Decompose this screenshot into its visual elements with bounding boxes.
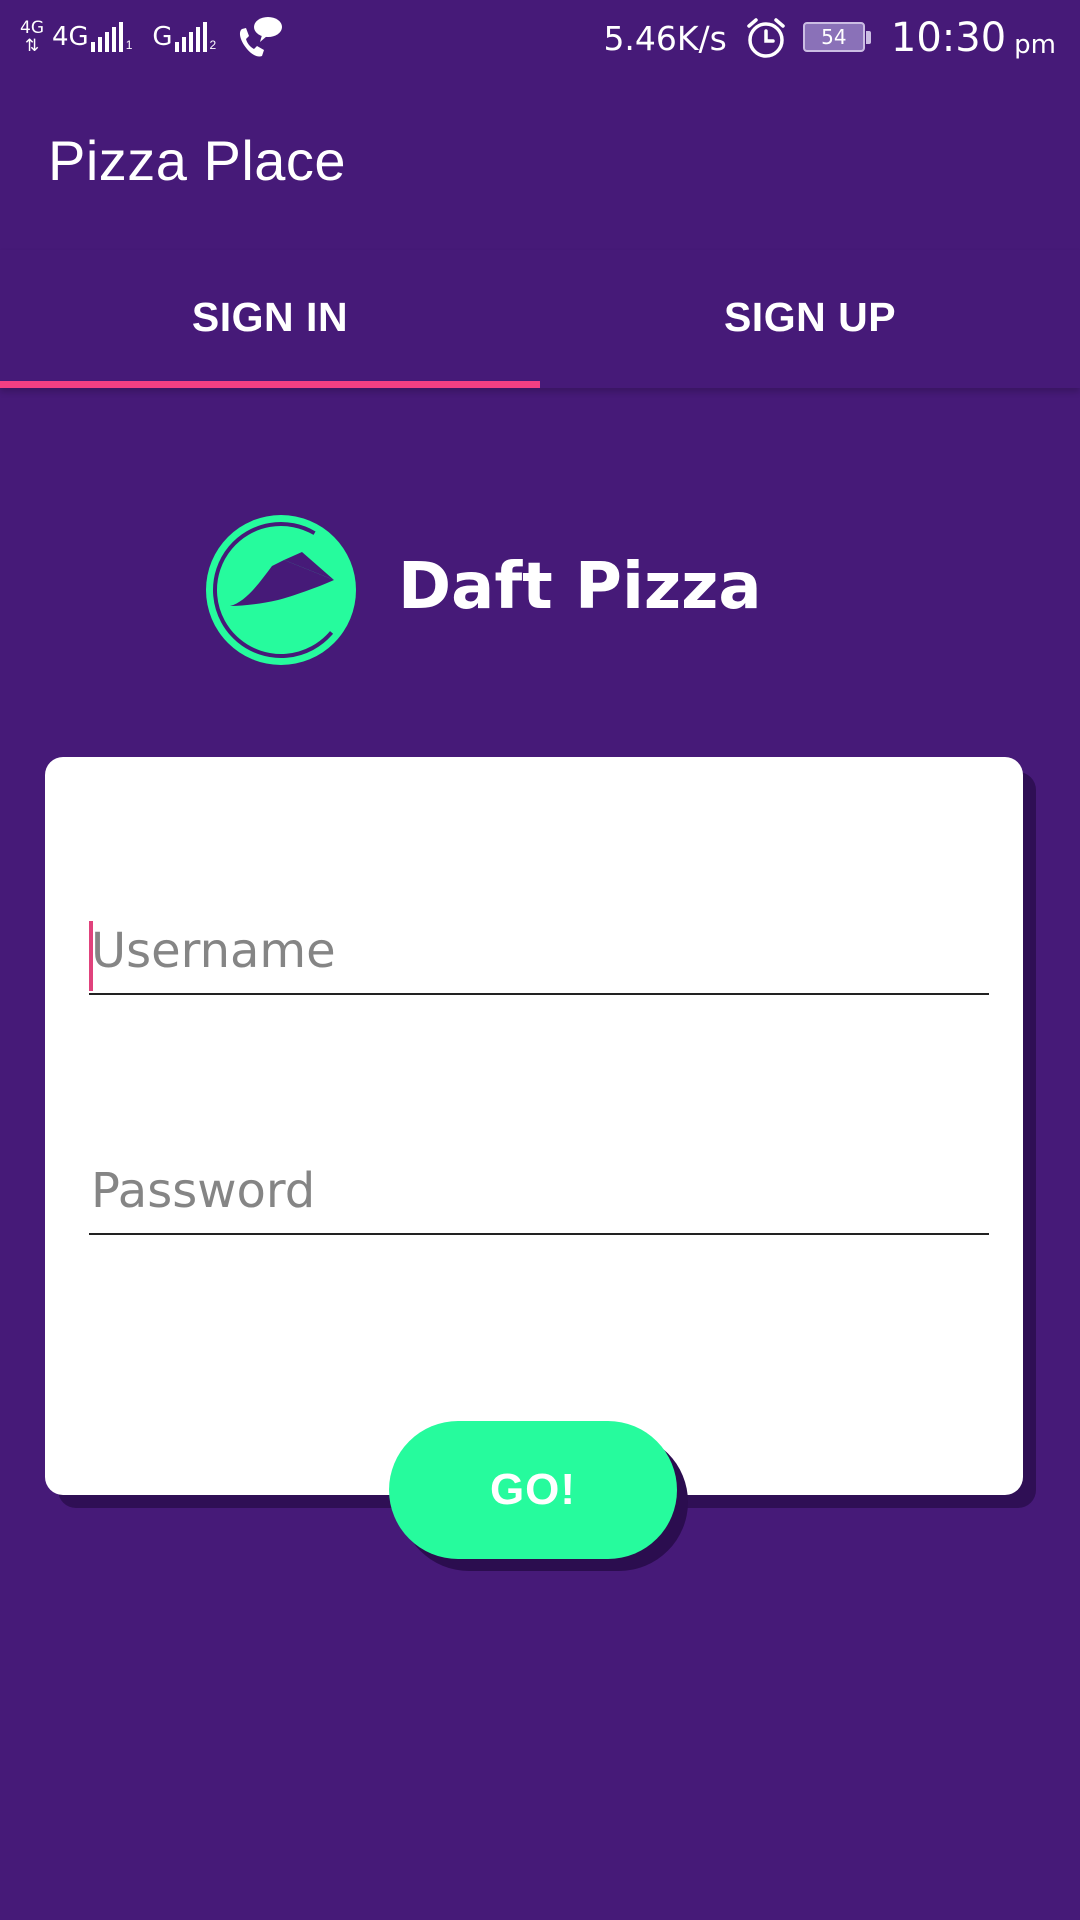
tab-selected-indicator — [0, 381, 540, 388]
app-title: Pizza Place — [48, 129, 347, 192]
brand-name: Daft Pizza — [398, 550, 762, 624]
network-type-sim1: 4G — [52, 22, 89, 52]
data-activity-indicator: 4G ⇅ — [18, 19, 46, 55]
auth-tabs: SIGN IN SIGN UP — [0, 250, 1080, 388]
password-field — [89, 1149, 989, 1235]
signal-strength-icon — [90, 22, 123, 52]
brand-logo: Daft Pizza — [198, 510, 762, 670]
login-card — [45, 757, 1023, 1495]
alarm-clock-icon — [747, 18, 785, 58]
status-bar-right: 5.46K/s 54 10:30 pm — [603, 12, 1056, 64]
password-input[interactable] — [89, 1149, 989, 1233]
network-type-small: 4G — [20, 18, 44, 38]
status-bar-left: 4G ⇅ 4G 1 G 2 — [18, 12, 284, 62]
signal-strength-icon — [174, 22, 207, 52]
network-speed: 5.46K/s — [603, 18, 727, 58]
network-type-sim2: G — [152, 22, 173, 52]
status-bar: 4G ⇅ 4G 1 G 2 5.46K/s 54 10:30 pm — [0, 0, 1080, 76]
wifi-calling-icon — [240, 17, 283, 57]
battery-level: 54 — [821, 25, 847, 49]
status-ampm: pm — [1014, 30, 1056, 60]
sim-2-label: 2 — [209, 38, 217, 52]
battery-icon: 54 — [802, 22, 871, 54]
pizza-slice-logo-icon — [206, 515, 356, 665]
sim-1-label: 1 — [125, 38, 133, 52]
tab-sign-up[interactable]: SIGN UP — [540, 250, 1080, 384]
go-button[interactable]: GO! — [389, 1421, 677, 1559]
text-cursor — [89, 921, 93, 991]
username-input[interactable] — [89, 909, 989, 993]
status-clock: 10:30 — [890, 15, 1007, 61]
data-arrows-icon: ⇅ — [24, 36, 40, 56]
tab-sign-in[interactable]: SIGN IN — [0, 250, 540, 384]
username-field — [89, 909, 989, 995]
